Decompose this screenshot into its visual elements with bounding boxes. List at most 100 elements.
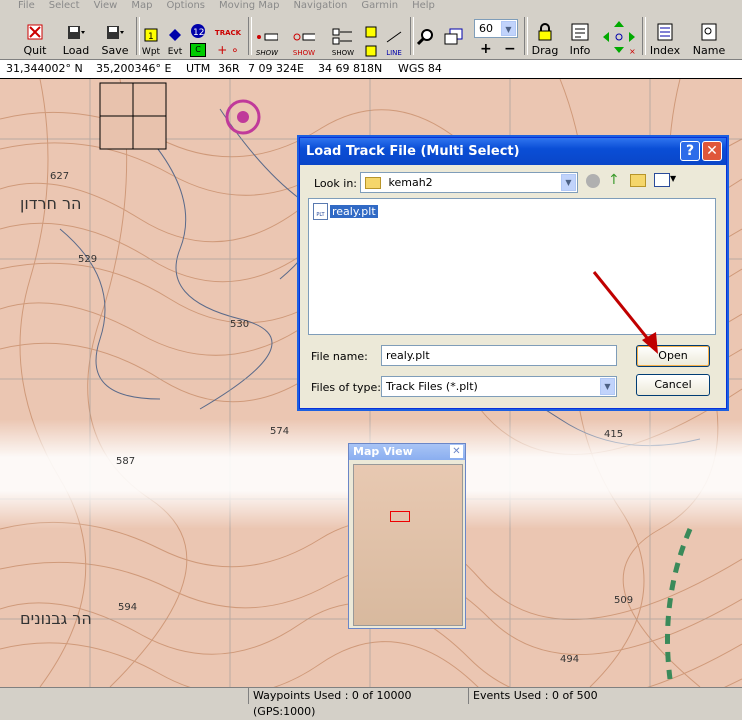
menu-bar: File Select View Map Options Moving Map … bbox=[0, 0, 742, 13]
menu-garmin[interactable]: Garmin bbox=[361, 0, 398, 13]
file-name-value: realy.plt bbox=[386, 349, 430, 362]
show-routes-button[interactable]: SHOW bbox=[330, 17, 356, 57]
track-button[interactable]: TRACK + ∘ bbox=[213, 17, 243, 57]
show-events-icon bbox=[293, 27, 315, 47]
latitude: 31,344002° N bbox=[6, 62, 83, 75]
place-label-har-hardon: הר חרדון bbox=[20, 194, 82, 213]
close-icon[interactable]: ✕ bbox=[450, 445, 463, 458]
index-button[interactable]: Index bbox=[648, 17, 682, 57]
track-plus-icon: + ∘ bbox=[217, 43, 239, 57]
utm-label: UTM bbox=[186, 62, 211, 75]
name-button[interactable]: Name bbox=[690, 17, 728, 57]
track-label: TRACK bbox=[214, 29, 242, 37]
elevation-494: 494 bbox=[560, 654, 579, 665]
line-button[interactable]: LINE bbox=[384, 17, 404, 57]
look-in-label: Look in: bbox=[314, 177, 357, 190]
look-in-value: kemah2 bbox=[388, 176, 433, 189]
svg-text:1: 1 bbox=[148, 32, 154, 42]
file-item-realy[interactable]: PLT realy.plt bbox=[313, 203, 378, 220]
waypoint-button[interactable]: 1 Wpt bbox=[140, 17, 162, 57]
menu-view[interactable]: View bbox=[94, 0, 118, 13]
quit-button[interactable]: Quit bbox=[20, 17, 50, 57]
index-label: Index bbox=[649, 44, 681, 57]
files-of-type-label: Files of type: bbox=[311, 381, 382, 394]
line-icon bbox=[383, 27, 405, 47]
elevation-530: 530 bbox=[230, 319, 249, 330]
windows-icon bbox=[443, 27, 465, 47]
cancel-button[interactable]: Cancel bbox=[636, 374, 710, 396]
window-button[interactable] bbox=[442, 17, 466, 57]
route-button[interactable]: 12 C bbox=[188, 17, 208, 57]
overview-map[interactable] bbox=[353, 464, 463, 626]
magnify-button[interactable] bbox=[414, 17, 438, 57]
zoom-value: 60 bbox=[479, 22, 493, 35]
svg-text:12: 12 bbox=[193, 28, 204, 38]
zoom-select[interactable]: 60 ▼ bbox=[474, 19, 518, 38]
save-label: Save bbox=[101, 44, 129, 57]
magnifier-icon bbox=[415, 27, 437, 47]
map-view-titlebar: Map View ✕ bbox=[349, 444, 465, 460]
viewport-rectangle[interactable] bbox=[390, 511, 410, 522]
evt-label: Evt bbox=[167, 47, 183, 57]
utm-easting: 7 09 324E bbox=[248, 62, 304, 75]
pan-arrows-button[interactable]: × bbox=[600, 17, 638, 57]
index-icon bbox=[654, 22, 676, 42]
menu-navigation[interactable]: Navigation bbox=[293, 0, 347, 13]
view-menu-chevron-icon[interactable]: ▼ bbox=[670, 174, 676, 183]
map-view-window: Map View ✕ bbox=[348, 443, 466, 629]
show-waypoints-button[interactable]: SHOW bbox=[254, 17, 280, 57]
chevron-down-icon[interactable]: ▼ bbox=[600, 378, 615, 395]
chevron-down-icon[interactable]: ▼ bbox=[501, 21, 516, 36]
drag-button[interactable]: Drag bbox=[530, 17, 560, 57]
view-menu-icon[interactable] bbox=[654, 173, 670, 187]
events-used: Events Used : 0 of 500 bbox=[468, 688, 742, 704]
plt-file-icon: PLT bbox=[313, 203, 328, 220]
waypoint-icon: 1 bbox=[140, 25, 162, 45]
menu-map[interactable]: Map bbox=[131, 0, 152, 13]
menu-moving-map[interactable]: Moving Map bbox=[219, 0, 279, 13]
zoom-in-icon[interactable]: + bbox=[480, 41, 492, 57]
annotation-arrow bbox=[592, 271, 658, 354]
zoom-out-icon[interactable]: − bbox=[504, 41, 516, 57]
route-c-icon: C bbox=[190, 43, 206, 57]
folder-icon bbox=[365, 177, 381, 189]
look-in-select[interactable]: kemah2 ▼ bbox=[360, 172, 578, 193]
help-icon[interactable]: ? bbox=[680, 141, 700, 161]
utm-northing: 34 69 818N bbox=[318, 62, 383, 75]
menu-file[interactable]: File bbox=[18, 0, 35, 13]
load-label: Load bbox=[62, 44, 90, 57]
info-button[interactable]: Info bbox=[566, 17, 594, 57]
event-button[interactable]: Evt bbox=[164, 17, 186, 57]
chevron-down-icon[interactable]: ▼ bbox=[561, 174, 576, 191]
file-name-input[interactable]: realy.plt bbox=[381, 345, 617, 366]
up-folder-icon[interactable]: ↑ bbox=[608, 172, 620, 188]
file-name-label: File name: bbox=[311, 350, 368, 363]
file-item-name: realy.plt bbox=[330, 205, 378, 218]
show-waypoints-icon bbox=[256, 27, 278, 47]
files-of-type-value: Track Files (*.plt) bbox=[386, 380, 478, 393]
save-button[interactable]: Save bbox=[100, 17, 130, 57]
menu-select[interactable]: Select bbox=[49, 0, 80, 13]
dialog-titlebar: Load Track File (Multi Select) ? ✕ bbox=[300, 138, 726, 165]
place-label-har-gavnunim: הר גבנונים bbox=[20, 609, 92, 628]
elevation-509: 509 bbox=[614, 595, 633, 606]
datum: WGS 84 bbox=[398, 62, 442, 75]
quit-label: Quit bbox=[23, 44, 47, 57]
close-icon[interactable]: ✕ bbox=[702, 141, 722, 161]
toolbar: Quit Load Save 1 Wpt Evt 12 C TRACK + ∘ bbox=[0, 13, 742, 60]
name-search-icon bbox=[698, 22, 720, 42]
files-of-type-select[interactable]: Track Files (*.plt) ▼ bbox=[381, 376, 617, 397]
back-icon[interactable] bbox=[586, 174, 600, 188]
svg-text:×: × bbox=[629, 47, 636, 55]
menu-options[interactable]: Options bbox=[166, 0, 205, 13]
wpt-label: Wpt bbox=[141, 47, 161, 57]
show-routes-icon bbox=[332, 27, 354, 47]
route-line-icon bbox=[361, 26, 383, 57]
route-number-icon: 12 bbox=[187, 21, 209, 41]
name-label: Name bbox=[692, 44, 726, 57]
load-button[interactable]: Load bbox=[60, 17, 92, 57]
new-folder-icon[interactable] bbox=[630, 174, 646, 187]
route-line-button[interactable] bbox=[362, 17, 382, 57]
show-events-button[interactable]: SHOW bbox=[290, 17, 318, 57]
menu-help[interactable]: Help bbox=[412, 0, 435, 13]
